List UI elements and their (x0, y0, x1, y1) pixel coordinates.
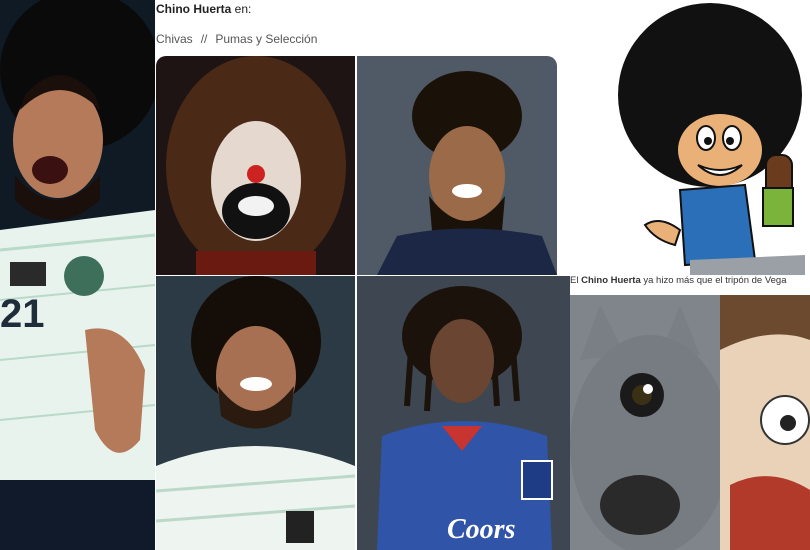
header-title: Chino Huerta en: (156, 2, 251, 16)
jersey-number: 21 (0, 292, 45, 336)
header-teams: Chivas // Pumas y Selección (156, 32, 317, 46)
photo-chelsea-player: Coors (357, 276, 570, 550)
team-separator: // (200, 32, 208, 46)
photo-bearded-player (357, 56, 557, 275)
team-left: Chivas (156, 32, 193, 46)
team-right: Pumas y Selección (215, 32, 318, 46)
header-suffix: en: (231, 2, 252, 16)
cartoon-afro-kid (570, 0, 810, 275)
caption-text: ya hizo más que el tripón de Vega (640, 275, 787, 286)
photo-curly-player (156, 276, 355, 550)
tweet-header: Chino Huerta en: Chivas // Pumas y Selecci… (156, 0, 570, 56)
caption-prefix: El (570, 275, 582, 286)
sponsor-text: Coors (447, 514, 516, 545)
photo-cat-meme (570, 295, 810, 550)
photo-player-celebrating: 21 (0, 0, 155, 550)
photo-clown (156, 56, 355, 275)
caption-name: Chino Huerta (581, 275, 641, 286)
meme-caption: El Chino Huerta ya hizo más que el tripó… (570, 275, 810, 295)
header-name: Chino Huerta (156, 2, 232, 16)
